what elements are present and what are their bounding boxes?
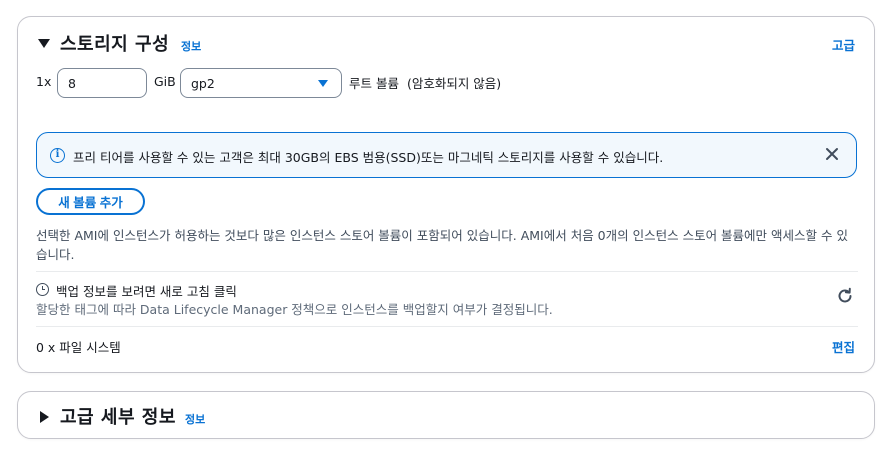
backup-info-title: 백업 정보를 보려면 새로 고침 클릭: [56, 284, 237, 299]
info-circle-icon: i: [50, 148, 65, 163]
instance-store-description: 선택한 AMI에 인스턴스가 허용하는 것보다 많은 인스턴스 스토어 볼륨이 …: [36, 228, 848, 262]
free-tier-alert: i 프리 티어를 사용할 수 있는 고객은 최대 30GB의 EBS 범용(SS…: [36, 132, 857, 178]
free-tier-alert-text: 프리 티어를 사용할 수 있는 고객은 최대 30GB의 EBS 범용(SSD)…: [73, 150, 664, 165]
caret-right-icon[interactable]: [40, 411, 49, 423]
volume-size-input[interactable]: 8: [57, 68, 147, 98]
backup-info-subtitle: 할당한 태그에 따라 Data Lifecycle Manager 정책으로 인…: [36, 302, 553, 317]
advanced-storage-link[interactable]: 고급: [832, 35, 855, 54]
clock-icon: [36, 283, 49, 296]
edit-file-systems-link[interactable]: 편집: [832, 337, 855, 356]
volume-type-select[interactable]: gp2: [180, 68, 342, 98]
root-volume-label: 루트 볼륨 (암호화되지 않음): [349, 73, 501, 92]
divider: [36, 326, 858, 327]
volume-type-value: gp2: [191, 75, 215, 91]
refresh-icon[interactable]: [836, 287, 854, 305]
storage-config-panel: 스토리지 구성 정보 고급 1x 8 GiB gp2 루트 볼륨 (암호화되지 …: [17, 16, 875, 373]
dropdown-arrow-icon: [318, 80, 328, 87]
volume-unit-label: GiB: [154, 74, 176, 89]
advanced-section-title[interactable]: 고급 세부 정보: [60, 403, 176, 429]
divider: [36, 271, 858, 272]
encryption-status: (암호화되지 않음): [406, 76, 502, 91]
advanced-info-link[interactable]: 정보: [185, 411, 205, 427]
storage-section-title[interactable]: 스토리지 구성: [60, 30, 169, 56]
storage-info-link[interactable]: 정보: [181, 38, 201, 54]
root-volume-text: 루트 볼륨: [349, 76, 399, 91]
volume-multiplier: 1x: [36, 74, 52, 89]
close-icon[interactable]: [824, 146, 840, 162]
add-volume-button[interactable]: 새 볼륨 추가: [36, 188, 145, 215]
caret-down-icon[interactable]: [38, 39, 50, 48]
file-systems-label: 0 x 파일 시스템: [36, 340, 121, 355]
advanced-details-panel[interactable]: 고급 세부 정보 정보: [17, 391, 875, 439]
volume-size-value: 8: [68, 75, 76, 91]
